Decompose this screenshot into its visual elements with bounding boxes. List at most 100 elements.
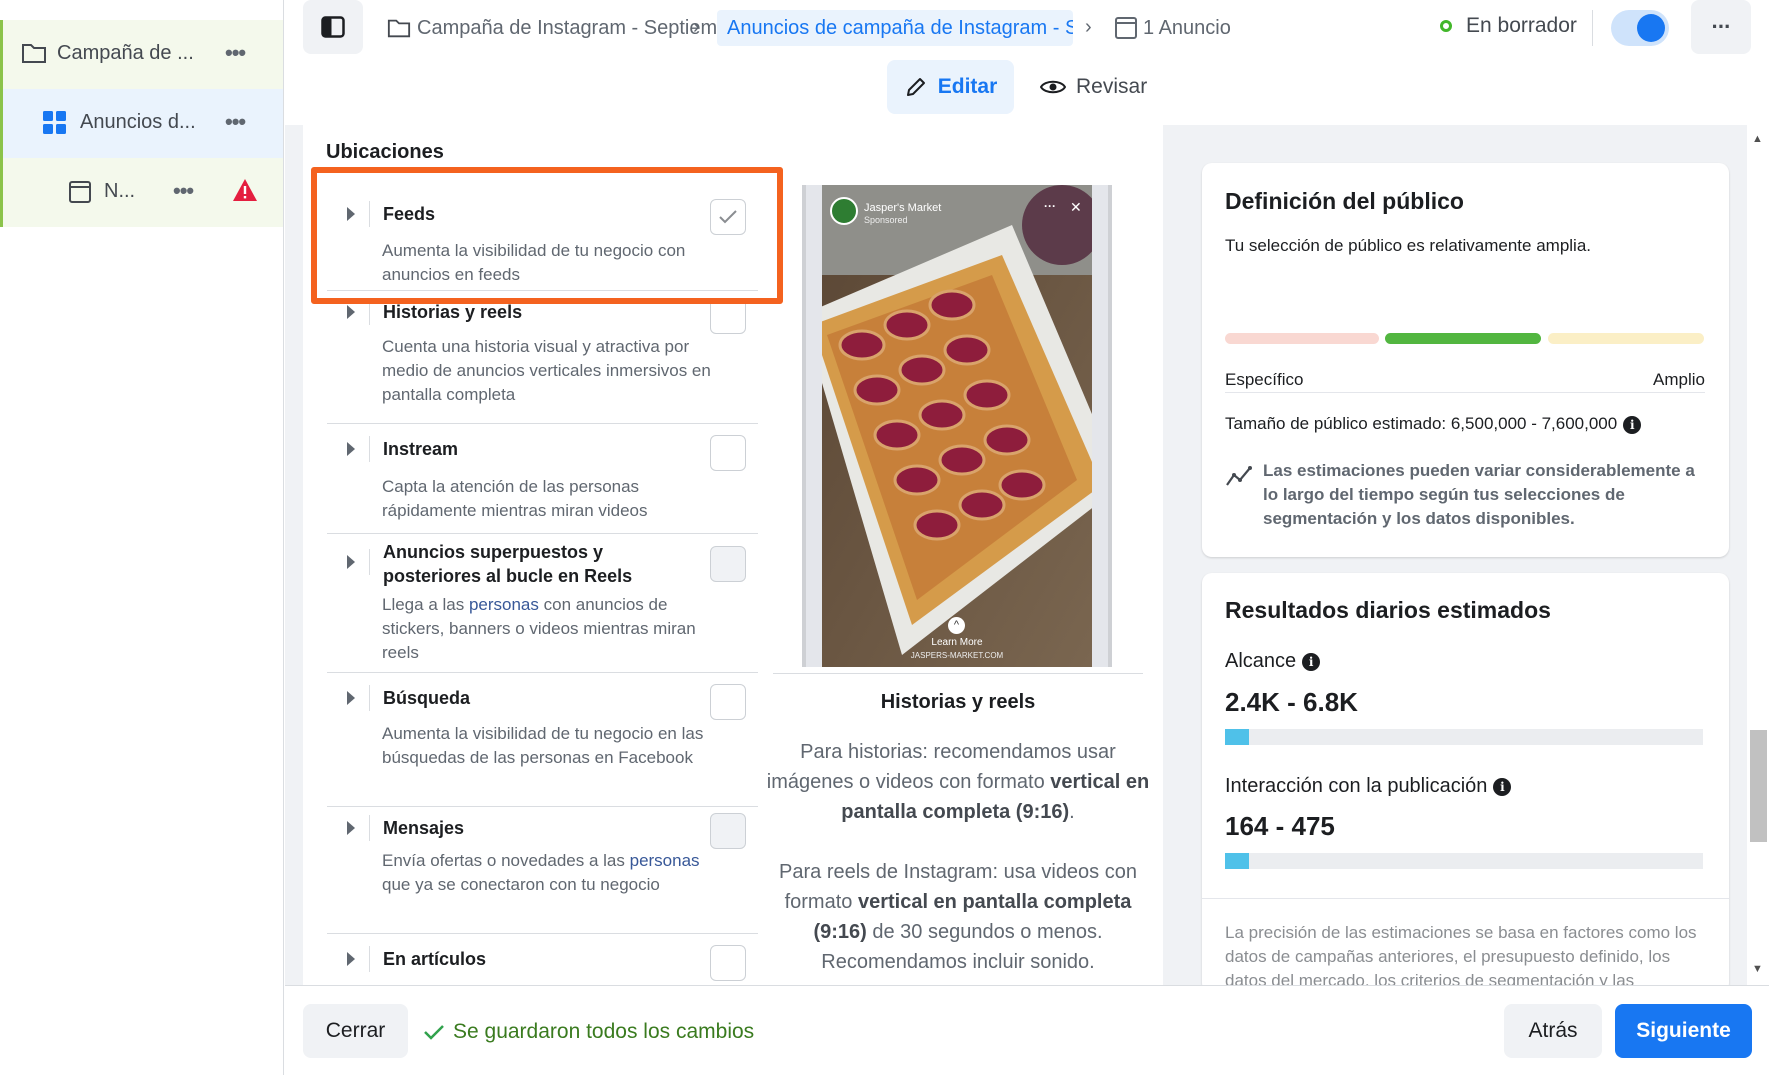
chevron-up-icon: ^ <box>948 617 965 634</box>
edit-mode-label: Editar <box>937 75 998 98</box>
ad-icon <box>1115 17 1137 39</box>
placement-option-messages[interactable]: Mensajes Envía ofertas o novedades a las… <box>327 807 758 934</box>
placement-title: Búsqueda <box>383 688 471 708</box>
breadcrumb-adset[interactable]: Anuncios de campaña de Instagram - S <box>717 10 1073 46</box>
placement-option-search[interactable]: Búsqueda Aumenta la visibilidad de tu ne… <box>327 673 758 807</box>
scrollbar[interactable] <box>1747 125 1769 985</box>
engagement-bar-fill <box>1225 853 1249 869</box>
chevron-right-icon: › <box>1085 16 1092 38</box>
breadcrumb-label: 1 Anuncio <box>1143 16 1231 39</box>
tart-image <box>822 185 1092 667</box>
eye-icon <box>1040 80 1066 94</box>
people-link[interactable]: personas <box>630 851 700 870</box>
more-options-icon[interactable]: ••• <box>173 178 194 204</box>
placement-option-reels-overlay[interactable]: Anuncios superpuestos y posteriores al b… <box>327 534 758 673</box>
placement-option-feeds[interactable]: Feeds Aumenta la visibilidad de tu negoc… <box>327 187 758 291</box>
info-icon[interactable]: i <box>1493 777 1512 796</box>
expand-caret-icon[interactable] <box>347 442 355 456</box>
sidebar-item-campaign[interactable]: Campaña de ... ••• <box>0 20 283 89</box>
meter-label-specific: Específico <box>1225 370 1304 389</box>
desc-text: Envía ofertas o novedades a las <box>382 851 630 870</box>
daily-results-card: Resultados diarios estimados Alcance i 2.… <box>1202 573 1729 993</box>
expand-caret-icon[interactable] <box>347 305 355 319</box>
breadcrumb-ad[interactable]: 1 Anuncio <box>1115 10 1231 46</box>
engagement-label: Interacción con la publicación <box>1225 775 1488 797</box>
toggle-sidebar-button[interactable] <box>303 0 363 54</box>
audience-definition-card: Definición del público Tu selección de p… <box>1202 163 1729 557</box>
engagement-label-row: Interacción con la publicación i <box>1225 775 1512 798</box>
audience-meter-broad <box>1548 333 1704 344</box>
warning-icon <box>233 179 257 201</box>
audience-size-label: Tamaño de público estimado: 6,500,000 - … <box>1225 414 1618 433</box>
placements-title: Ubicaciones <box>326 141 444 163</box>
audience-note: Las estimaciones pueden variar considera… <box>1263 461 1695 528</box>
sidebar-item-adset[interactable]: Anuncios d... ••• <box>0 89 283 158</box>
placement-option-instream[interactable]: Instream Capta la atención de las person… <box>327 424 758 534</box>
edit-mode-button[interactable]: Editar <box>887 60 1014 114</box>
ad-preview-phone: Jasper's Market Sponsored ··· ✕ ^ Learn … <box>802 185 1112 667</box>
placement-title: Instream <box>383 439 459 459</box>
reach-label: Alcance <box>1225 650 1297 672</box>
placement-checkbox[interactable] <box>710 945 746 981</box>
divider <box>1202 898 1729 899</box>
back-button[interactable]: Atrás <box>1504 1004 1602 1058</box>
sidebar-item-ad[interactable]: N... ••• <box>0 158 283 227</box>
placement-title: Mensajes <box>383 818 465 838</box>
expand-caret-icon[interactable] <box>347 207 355 221</box>
toggle-knob <box>1637 14 1665 42</box>
expand-caret-icon[interactable] <box>347 555 355 569</box>
people-link[interactable]: personas <box>469 595 539 614</box>
placements-panel: Ubicaciones Feeds Aumenta la visibilidad… <box>303 125 1163 985</box>
expand-caret-icon[interactable] <box>347 691 355 705</box>
publish-toggle[interactable] <box>1611 10 1669 46</box>
placement-checkbox[interactable] <box>710 546 746 582</box>
status-dot-icon <box>1440 20 1452 32</box>
scroll-up-arrow-icon[interactable]: ▲ <box>1752 133 1763 145</box>
breadcrumb-label: Anuncios de campaña de Instagram - S <box>727 16 1073 39</box>
audience-title: Definición del público <box>1225 188 1464 214</box>
ad-icon <box>69 181 91 203</box>
info-icon[interactable]: i <box>1302 652 1321 671</box>
more-options-button[interactable]: ··· <box>1691 0 1751 54</box>
ad-preview-image: Jasper's Market Sponsored ··· ✕ ^ Learn … <box>822 185 1092 667</box>
expand-caret-icon[interactable] <box>347 821 355 835</box>
top-bar: Campaña de Instagram - Septiembre › Anun… <box>285 0 1769 125</box>
main-content: Ubicaciones Feeds Aumenta la visibilidad… <box>285 125 1769 993</box>
audience-meter-specific <box>1225 333 1379 344</box>
placement-option-stories-reels[interactable]: Historias y reels Cuenta una historia vi… <box>327 291 758 424</box>
results-title: Resultados diarios estimados <box>1225 597 1551 623</box>
app-root: Campaña de ... ••• Anuncios d... ••• N..… <box>0 0 1769 1075</box>
placement-checkbox[interactable] <box>710 199 746 235</box>
info-icon[interactable]: i <box>1623 415 1642 434</box>
preview-brand-name: Jasper's Market <box>864 202 942 214</box>
separator <box>369 815 370 841</box>
placement-desc: Capta la atención de las personas rápida… <box>382 477 648 520</box>
results-note: La precisión de las estimaciones se basa… <box>1225 923 1697 990</box>
placement-desc: Aumenta la visibilidad de tu negocio con… <box>382 241 686 284</box>
preview-cta: Learn More <box>931 637 983 648</box>
close-button[interactable]: Cerrar <box>303 1004 408 1058</box>
save-status-text: Se guardaron todos los cambios <box>453 1020 755 1043</box>
preview-description: Para historias: recomendamos usar imágen… <box>758 737 1158 977</box>
separator <box>369 685 370 711</box>
sidebar-toggle-icon <box>321 16 345 38</box>
preview-more-icon: ··· <box>1044 199 1056 213</box>
footer: Cerrar Se guardaron todos los cambios At… <box>285 985 1769 1075</box>
sidebar: Campaña de ... ••• Anuncios d... ••• N..… <box>0 0 284 1075</box>
placement-checkbox[interactable] <box>710 298 746 334</box>
expand-caret-icon[interactable] <box>347 952 355 966</box>
audience-summary: Tu selección de público es relativamente… <box>1225 236 1592 255</box>
placement-checkbox[interactable] <box>710 813 746 849</box>
placement-option-articles[interactable]: En artículos <box>327 934 758 985</box>
preview-sponsored: Sponsored <box>864 215 908 225</box>
review-mode-button[interactable]: Revisar <box>1040 60 1147 114</box>
scroll-down-arrow-icon[interactable]: ▼ <box>1752 963 1763 975</box>
placement-checkbox[interactable] <box>710 684 746 720</box>
more-options-icon[interactable]: ••• <box>225 40 246 66</box>
scrollbar-thumb[interactable] <box>1750 730 1767 842</box>
more-options-icon[interactable]: ••• <box>225 109 246 135</box>
separator <box>369 549 370 575</box>
review-mode-label: Revisar <box>1076 75 1148 98</box>
placement-checkbox[interactable] <box>710 435 746 471</box>
next-button[interactable]: Siguiente <box>1615 1004 1752 1058</box>
